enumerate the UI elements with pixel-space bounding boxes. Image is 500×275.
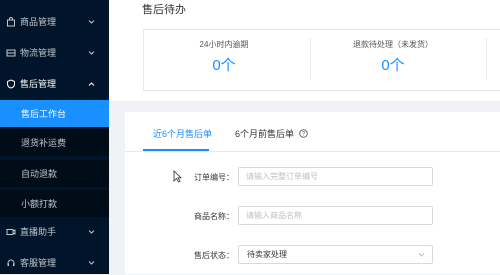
chevron-up-icon	[88, 82, 95, 86]
page-title: 售后待办	[142, 4, 186, 16]
order-no-input[interactable]	[238, 167, 433, 186]
sidebar-group-label: 直播助手	[20, 227, 57, 237]
kpi-value: 0个	[212, 57, 236, 74]
kpi-value: 0个	[381, 57, 405, 74]
sidebar-group-label: 售后管理	[20, 79, 57, 89]
sidebar-item-return-shipping[interactable]: 退货补运费	[0, 129, 109, 156]
sidebar-item-label: 小额打款	[21, 199, 58, 209]
video-icon	[6, 229, 16, 235]
tab-divider	[125, 151, 500, 152]
status-label: 售后状态：	[194, 251, 234, 260]
status-select-value: 待卖家处理	[247, 250, 287, 259]
sidebar-group-label: 商品管理	[20, 17, 57, 27]
kpi-overdue[interactable]: 24小时内逾期 0个	[144, 30, 304, 90]
chevron-down-icon	[88, 230, 95, 234]
status-select[interactable]: 待卖家处理	[238, 245, 433, 264]
help-icon[interactable]: ?	[299, 129, 308, 138]
sidebar-item-label: 自动退款	[21, 169, 58, 179]
sidebar-group-products[interactable]: 商品管理	[0, 10, 109, 34]
sidebar-item-label: 售后工作台	[21, 109, 67, 119]
cursor-icon	[173, 170, 182, 183]
product-name-label: 商品名称：	[194, 212, 234, 221]
logistics-icon	[6, 49, 16, 57]
sidebar-item-label: 退货补运费	[21, 138, 67, 148]
order-no-label: 订单编号：	[194, 173, 234, 182]
kpi-label: 24小时内逾期	[199, 40, 249, 49]
tab-older-than-6-months[interactable]: 6个月前售后单?	[235, 128, 308, 140]
sidebar-item-small-payment[interactable]: 小额打款	[0, 190, 109, 217]
kpi-label: 退款待处理（未发货）	[353, 40, 433, 49]
sidebar-group-after-sales[interactable]: 售后管理	[0, 72, 109, 96]
shopping-bag-icon	[7, 17, 15, 27]
sidebar: 商品管理 物流管理 售后管理 售后工作台 退货补运费 自动退款 小额打款 直播助…	[0, 0, 109, 274]
shield-icon	[7, 79, 15, 89]
sidebar-item-workbench[interactable]: 售后工作台	[0, 100, 109, 127]
sidebar-group-service[interactable]: 客服管理	[0, 251, 109, 275]
sidebar-group-label: 物流管理	[20, 48, 57, 58]
sidebar-group-logistics[interactable]: 物流管理	[0, 41, 109, 65]
headset-icon	[7, 259, 15, 266]
tab-recent-6-months[interactable]: 近6个月售后单	[153, 128, 212, 140]
product-name-input[interactable]	[238, 206, 433, 225]
kpi-refund-pending[interactable]: 退款待处理（未发货） 0个	[311, 30, 475, 90]
divider	[486, 38, 487, 80]
kpi-box: 24小时内逾期 0个 退款待处理（未发货） 0个	[143, 29, 500, 91]
chevron-down-icon	[88, 51, 95, 55]
sidebar-group-label: 客服管理	[20, 258, 57, 268]
sidebar-group-live[interactable]: 直播助手	[0, 220, 109, 244]
chevron-down-icon	[418, 253, 425, 257]
pending-card: 售后待办 24小时内逾期 0个 退款待处理（未发货） 0个	[109, 0, 500, 101]
tab-label: 6个月前售后单	[235, 129, 295, 139]
chevron-down-icon	[88, 261, 95, 265]
tab-active-indicator	[143, 149, 209, 151]
chevron-down-icon	[88, 20, 95, 24]
sidebar-item-auto-refund[interactable]: 自动退款	[0, 160, 109, 187]
